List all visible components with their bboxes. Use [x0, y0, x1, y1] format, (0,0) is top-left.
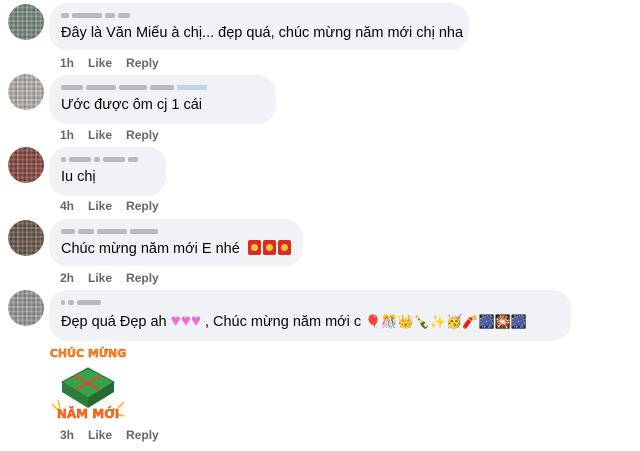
- comment-bubble: Iu chị: [49, 147, 166, 196]
- comment-text-part: Đẹp quá Đẹp ah: [61, 314, 167, 330]
- celebration-emojis: 🎈🎊👑🍾✨🥳🧨🎆🎇🎆: [365, 314, 528, 329]
- like-button[interactable]: Like: [88, 428, 112, 442]
- author-name[interactable]: [61, 296, 559, 308]
- like-button[interactable]: Like: [88, 199, 112, 213]
- avatar[interactable]: [8, 147, 44, 183]
- comment-text: Chúc mừng năm mới E nhé: [61, 240, 291, 259]
- author-name[interactable]: [61, 81, 264, 93]
- comment-actions: 1h Like Reply: [60, 128, 159, 142]
- like-button[interactable]: Like: [88, 271, 112, 285]
- like-button[interactable]: Like: [88, 56, 112, 70]
- reply-button[interactable]: Reply: [126, 428, 159, 442]
- author-name[interactable]: [61, 153, 154, 165]
- comment-time[interactable]: 3h: [60, 428, 74, 442]
- reply-button[interactable]: Reply: [126, 56, 159, 70]
- comment-time[interactable]: 1h: [60, 56, 74, 70]
- avatar[interactable]: [8, 74, 44, 110]
- comment-time[interactable]: 2h: [60, 271, 74, 285]
- comment-bubble: Ước được ôm cj 1 cái: [49, 75, 276, 124]
- comment-bubble: Đây là Văn Miếu à chị... đẹp quá, chúc m…: [49, 3, 469, 50]
- author-name[interactable]: [61, 9, 457, 21]
- comment-text-part: , Chúc mừng năm mới c: [204, 314, 362, 330]
- comment-text: Đây là Văn Miếu à chị... đẹp quá, chúc m…: [61, 25, 464, 41]
- comment-text: Iu chị: [61, 169, 96, 185]
- comment-time[interactable]: 1h: [60, 128, 74, 142]
- comment-actions: 1h Like Reply: [60, 56, 159, 70]
- comment-text: Ước được ôm cj 1 cái: [61, 97, 203, 113]
- avatar[interactable]: [8, 220, 44, 256]
- author-name[interactable]: [61, 225, 291, 237]
- sticker-text-bottom: NĂM MỚI: [57, 406, 119, 421]
- comment-actions: 3h Like Reply: [60, 428, 159, 442]
- pink-heart-icon: ♥: [190, 311, 201, 330]
- comment-text-content: Chúc mừng năm mới E nhé: [61, 241, 240, 257]
- red-envelope-icon: [277, 240, 291, 255]
- banh-chung-icon: [60, 367, 116, 408]
- avatar[interactable]: [8, 4, 44, 40]
- comment-bubble: Đẹp quá Đẹp ah ♥♥♥ , Chúc mừng năm mới c…: [49, 290, 571, 341]
- comment-time[interactable]: 4h: [60, 199, 74, 213]
- comment-bubble: Chúc mừng năm mới E nhé: [49, 219, 303, 266]
- new-year-sticker[interactable]: CHÚC MỪNG NĂM MỚI: [48, 342, 128, 422]
- comment-actions: 2h Like Reply: [60, 271, 159, 285]
- sticker-text-top: CHÚC MỪNG: [50, 347, 126, 360]
- comment-actions: 4h Like Reply: [60, 199, 159, 213]
- like-button[interactable]: Like: [88, 128, 112, 142]
- red-envelope-icon: [262, 240, 276, 255]
- avatar[interactable]: [8, 290, 44, 326]
- comment-text: Đẹp quá Đẹp ah ♥♥♥ , Chúc mừng năm mới c…: [61, 311, 559, 332]
- reply-button[interactable]: Reply: [126, 199, 159, 213]
- red-envelope-icon: [247, 240, 261, 255]
- reply-button[interactable]: Reply: [126, 271, 159, 285]
- pink-heart-icon: ♥: [180, 311, 191, 330]
- reply-button[interactable]: Reply: [126, 128, 159, 142]
- pink-heart-icon: ♥: [170, 311, 181, 330]
